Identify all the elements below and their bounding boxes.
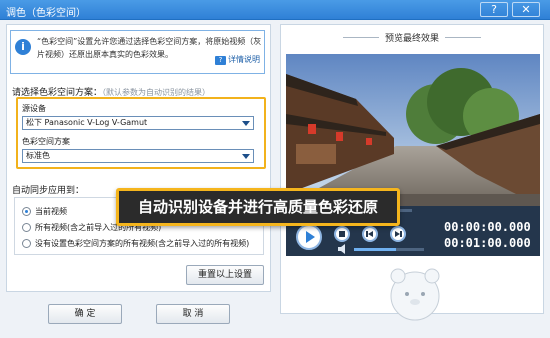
source-value: 松下 Panasonic V-Log V-Gamut [26,118,148,127]
info-icon: i [15,39,31,55]
source-device-select[interactable]: 松下 Panasonic V-Log V-Gamut [22,116,254,130]
radio-icon [22,239,31,248]
radio-label: 没有设置色彩空间方案的所有视频(含之前导入过的所有视频) [35,239,250,248]
chevron-down-icon [242,154,250,159]
mascot-image [390,268,440,321]
close-window-button[interactable]: ✕ [512,2,540,17]
prev-frame-icon [366,231,373,237]
help-window-button[interactable]: ? [480,2,508,17]
radio-unset-videos[interactable]: 没有设置色彩空间方案的所有视频(含之前导入过的所有视频) [22,238,249,249]
window-title: 调色（色彩空间） [6,8,86,19]
radio-label: 当前视频 [35,207,67,216]
video-preview[interactable] [286,54,540,206]
chevron-down-icon [242,121,250,126]
play-button[interactable] [296,224,322,250]
title-bar: 调色（色彩空间） ? ✕ [0,0,550,20]
colorspace-value: 标准色 [26,151,50,160]
radio-icon [22,223,31,232]
feature-banner: 自动识别设备并进行高质量色彩还原 [116,188,400,226]
volume-slider[interactable] [354,248,424,251]
ok-button[interactable]: 确 定 [48,304,122,324]
help-link[interactable]: ? 详情说明 [215,54,260,65]
colorspace-select[interactable]: 标准色 [22,149,254,163]
colorspace-label: 色彩空间方案 [22,137,70,146]
sync-title: 自动同步应用到： [12,186,85,196]
source-label: 源设备 [22,104,46,113]
volume-level [354,248,396,251]
section-hint: （默认参数为自动识别的结果） [102,88,211,97]
help-label: 详情说明 [228,55,260,64]
next-frame-icon [395,231,402,237]
cancel-button[interactable]: 取 消 [156,304,230,324]
preview-title-text: 预览最终效果 [384,34,439,44]
current-time: 00:00:00.000 [444,220,531,234]
play-icon [306,231,315,243]
radio-current-video[interactable]: 当前视频 [22,206,67,217]
info-box: i “色彩空间”设置允许您通过选择色彩空间方案，将原始视频（灰片视频）还原出原本… [10,30,265,74]
total-time: 00:01:00.000 [444,236,531,250]
stop-button[interactable] [334,226,350,242]
prev-frame-button[interactable] [362,226,378,242]
next-frame-button[interactable] [390,226,406,242]
radio-selected-icon [22,207,31,216]
street-scene-image [286,54,540,206]
volume-icon[interactable] [338,244,350,254]
reset-button[interactable]: 重置以上设置 [186,265,264,285]
help-icon: ? [215,56,226,65]
stop-icon [339,231,345,237]
preview-title: 预览最终效果 [280,31,544,44]
